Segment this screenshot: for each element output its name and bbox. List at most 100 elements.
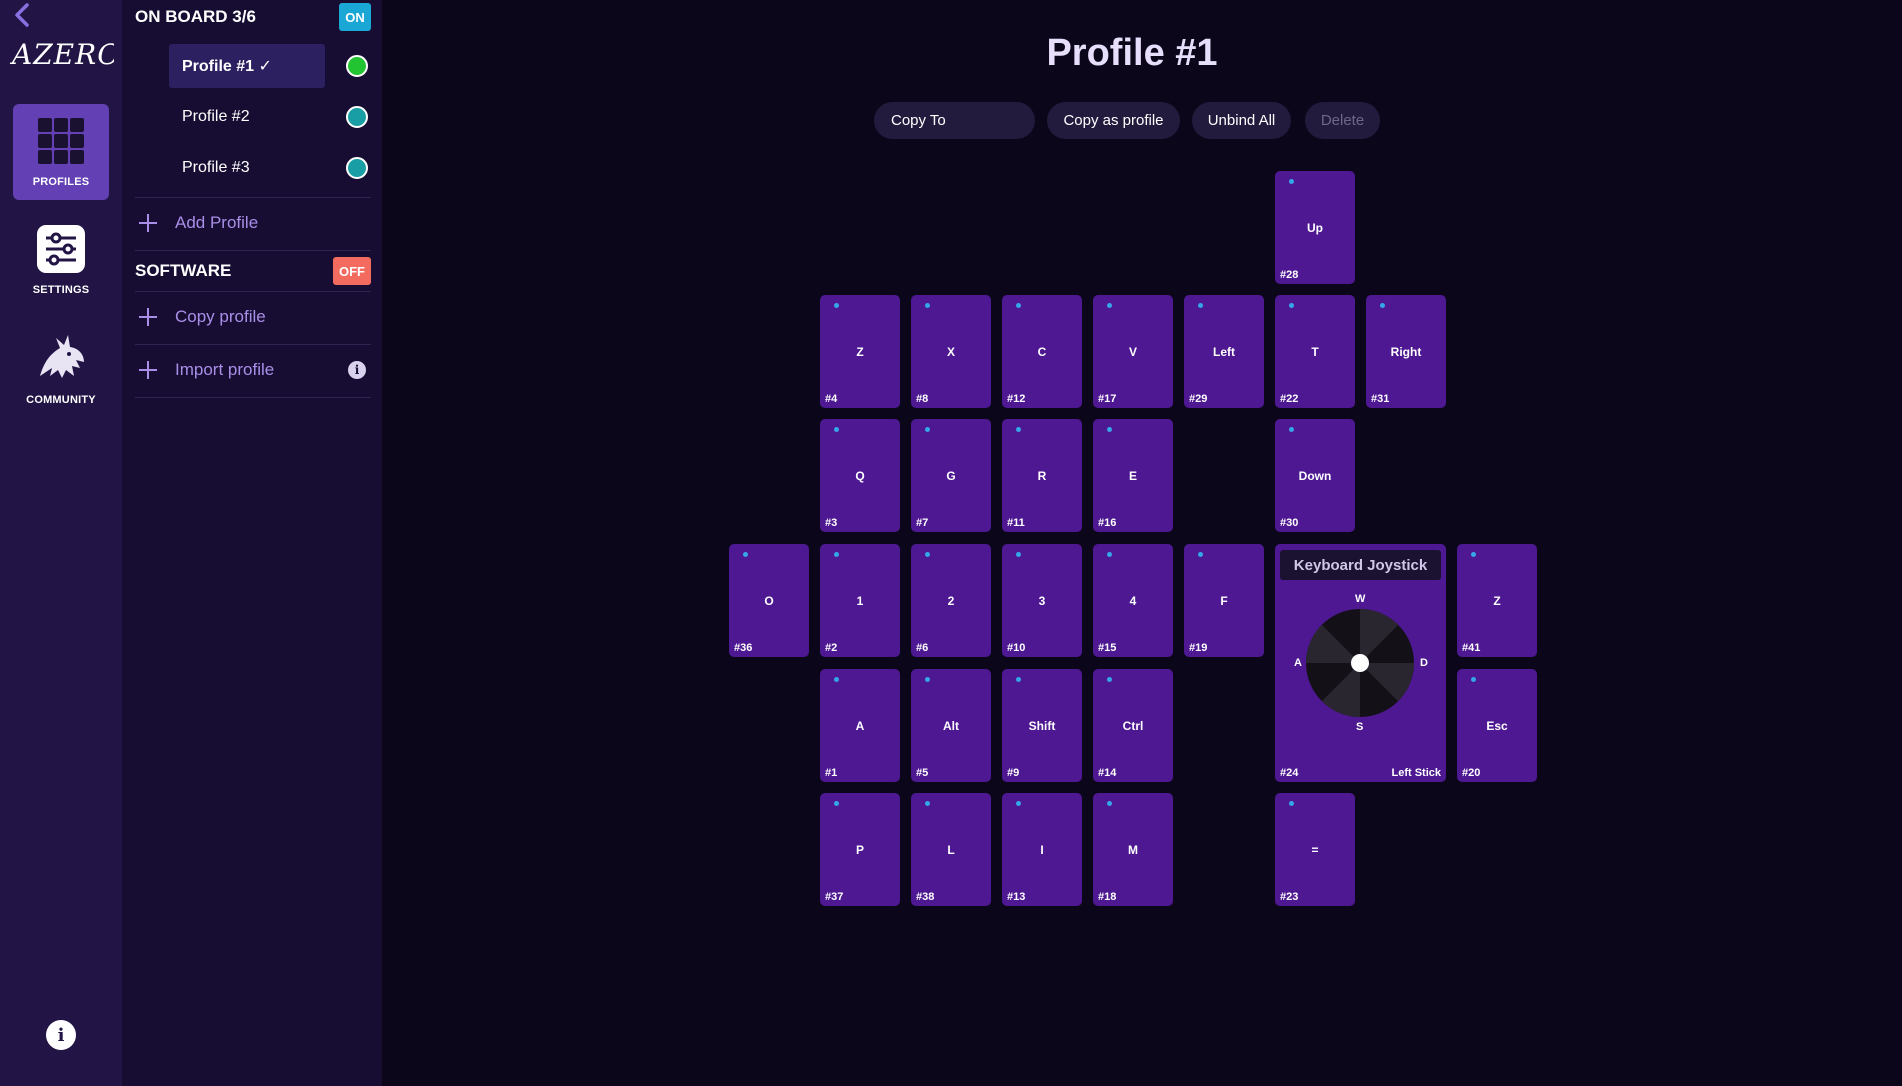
profile-item-2[interactable]: Profile #2	[169, 95, 370, 139]
key-indicator-dot	[1380, 303, 1385, 308]
joystick-knob[interactable]	[1351, 654, 1369, 672]
key-number: #1	[825, 767, 838, 779]
key-button[interactable]: 1 #2	[820, 544, 900, 657]
onboard-toggle[interactable]: ON	[339, 3, 371, 31]
key-label: O	[764, 593, 774, 608]
key-label: Right	[1390, 344, 1422, 359]
profile-item-3[interactable]: Profile #3	[169, 146, 370, 190]
key-button[interactable]: Down #30	[1275, 419, 1355, 532]
copy-as-profile-button[interactable]: Copy as profile	[1047, 102, 1180, 139]
key-button[interactable]: Alt #5	[911, 669, 991, 782]
key-button[interactable]: Shift #9	[1002, 669, 1082, 782]
key-indicator-dot	[925, 427, 930, 432]
rail-item-settings[interactable]: SETTINGS	[13, 212, 109, 308]
joystick-mode-label: Left Stick	[1391, 767, 1441, 779]
key-indicator-dot	[1107, 677, 1112, 682]
key-label: M	[1128, 842, 1138, 857]
key-label: I	[1040, 842, 1044, 857]
key-button[interactable]: Up #28	[1275, 171, 1355, 284]
key-indicator-dot	[1289, 179, 1294, 184]
back-arrow-icon[interactable]	[10, 2, 34, 28]
keyboard-joystick[interactable]: Keyboard Joystick W A D S #24 Left Stick	[1275, 544, 1446, 782]
key-number: #14	[1098, 767, 1117, 779]
key-button[interactable]: L #38	[911, 793, 991, 906]
joystick-up-label: W	[1355, 593, 1366, 605]
key-number: #9	[1007, 767, 1020, 779]
key-button[interactable]: 4 #15	[1093, 544, 1173, 657]
key-button[interactable]: R #11	[1002, 419, 1082, 532]
key-label: =	[1311, 842, 1319, 857]
logo-text: AZERON	[9, 38, 114, 71]
key-button[interactable]: E #16	[1093, 419, 1173, 532]
profile-item-1[interactable]: Profile #1 ✓	[169, 44, 370, 88]
key-button[interactable]: Q #3	[820, 419, 900, 532]
key-button[interactable]: = #23	[1275, 793, 1355, 906]
key-indicator-dot	[1471, 552, 1476, 557]
key-button[interactable]: Z #41	[1457, 544, 1537, 657]
software-toggle[interactable]: OFF	[333, 257, 371, 285]
rail-label-community: COMMUNITY	[26, 394, 96, 406]
info-icon[interactable]: i	[46, 1020, 76, 1050]
key-label: Z	[856, 344, 864, 359]
key-button[interactable]: Left #29	[1184, 295, 1264, 408]
key-button[interactable]: A #1	[820, 669, 900, 782]
sliders-icon	[37, 225, 85, 273]
key-label: E	[1128, 468, 1137, 483]
delete-button[interactable]: Delete	[1305, 102, 1380, 139]
key-indicator-dot	[1107, 303, 1112, 308]
key-button[interactable]: I #13	[1002, 793, 1082, 906]
key-label: Ctrl	[1122, 718, 1144, 733]
key-button[interactable]: V #17	[1093, 295, 1173, 408]
copy-profile-button[interactable]: Copy profile	[135, 300, 371, 334]
add-profile-button[interactable]: Add Profile	[135, 206, 371, 240]
key-button[interactable]: M #18	[1093, 793, 1173, 906]
key-indicator-dot	[834, 677, 839, 682]
key-label: Down	[1298, 468, 1332, 483]
key-label: C	[1037, 344, 1047, 359]
key-number: #19	[1189, 642, 1208, 654]
key-button[interactable]: T #22	[1275, 295, 1355, 408]
copy-to-dropdown[interactable]: Copy To	[874, 102, 1035, 139]
joystick-wheel[interactable]	[1305, 608, 1415, 718]
software-section-header: SOFTWARE OFF	[135, 257, 371, 285]
key-button[interactable]: Z #4	[820, 295, 900, 408]
import-profile-button[interactable]: Import profile i	[135, 353, 371, 387]
info-icon[interactable]: i	[348, 361, 366, 379]
key-button[interactable]: F #19	[1184, 544, 1264, 657]
key-number: #10	[1007, 642, 1026, 654]
key-indicator-dot	[1289, 303, 1294, 308]
key-indicator-dot	[1016, 677, 1021, 682]
unbind-all-button[interactable]: Unbind All	[1192, 102, 1291, 139]
key-button[interactable]: Ctrl #14	[1093, 669, 1173, 782]
key-indicator-dot	[1107, 801, 1112, 806]
key-indicator-dot	[1107, 552, 1112, 557]
key-number: #36	[734, 642, 753, 654]
key-number: #28	[1280, 269, 1299, 281]
key-indicator-dot	[925, 677, 930, 682]
divider	[135, 250, 371, 251]
key-button[interactable]: 3 #10	[1002, 544, 1082, 657]
key-button[interactable]: G #7	[911, 419, 991, 532]
profile-name: Profile #3	[182, 159, 250, 176]
page-title: Profile #1	[1046, 32, 1218, 74]
key-number: #29	[1189, 393, 1208, 405]
key-button[interactable]: 2 #6	[911, 544, 991, 657]
rail-item-community[interactable]: COMMUNITY	[13, 322, 109, 418]
key-indicator-dot	[1016, 801, 1021, 806]
key-button[interactable]: Esc #20	[1457, 669, 1537, 782]
rail-item-profiles[interactable]: PROFILES	[13, 104, 109, 200]
key-number: #15	[1098, 642, 1117, 654]
joystick-down-label: S	[1356, 721, 1364, 733]
add-profile-label: Add Profile	[175, 213, 259, 232]
key-button[interactable]: X #8	[911, 295, 991, 408]
key-label: Left	[1213, 344, 1235, 359]
divider	[135, 197, 371, 198]
key-number: #11	[1007, 517, 1025, 529]
rail-label-profiles: PROFILES	[32, 176, 90, 188]
key-button[interactable]: C #12	[1002, 295, 1082, 408]
key-number: #7	[916, 517, 929, 529]
key-label: Z	[1493, 593, 1501, 608]
key-button[interactable]: P #37	[820, 793, 900, 906]
key-button[interactable]: Right #31	[1366, 295, 1446, 408]
key-button[interactable]: O #36	[729, 544, 809, 657]
